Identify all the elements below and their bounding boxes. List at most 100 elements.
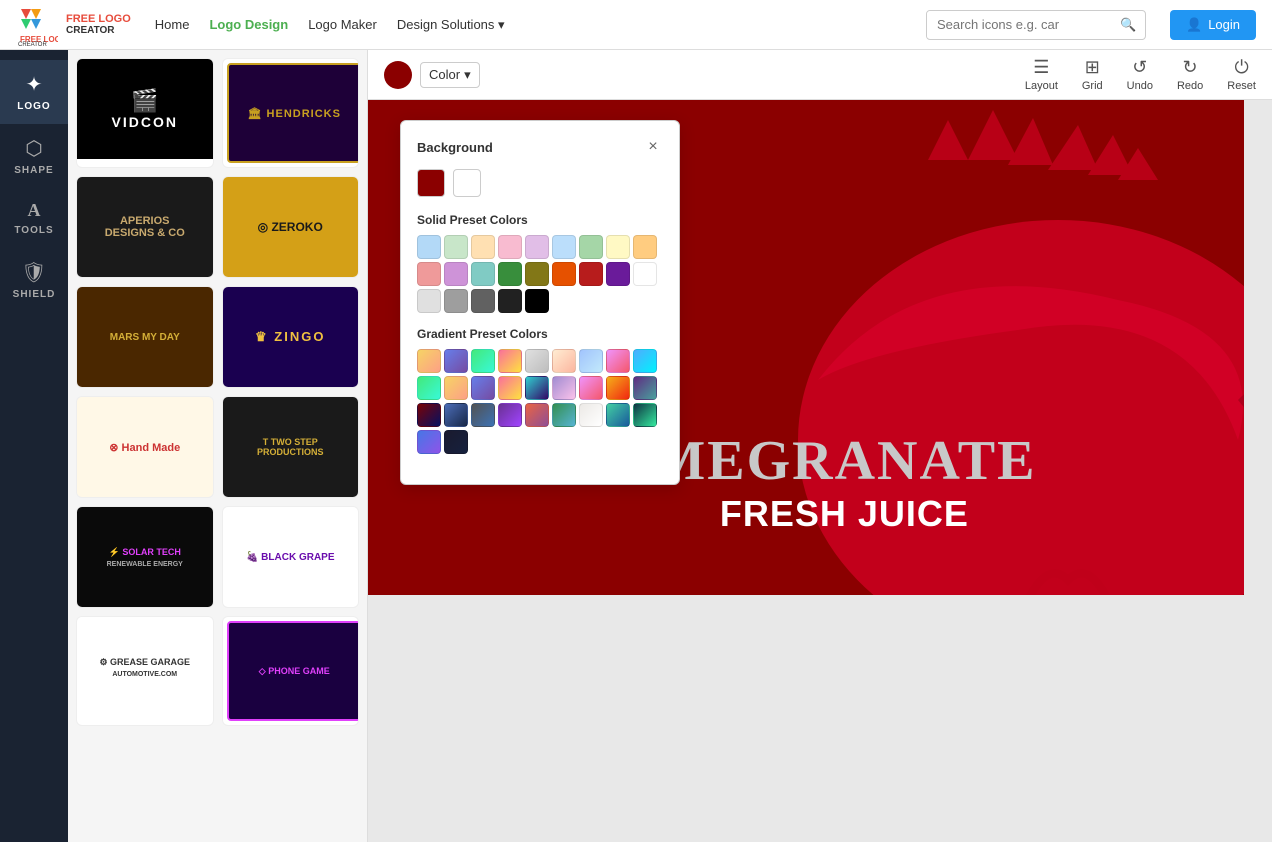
color-label-btn[interactable]: Color ▾ <box>420 62 480 88</box>
gradient-color-dot[interactable] <box>606 376 630 400</box>
gradient-color-dot[interactable] <box>417 430 441 454</box>
gradient-color-dot[interactable] <box>579 349 603 373</box>
layout-action[interactable]: ☰ Layout <box>1025 57 1058 92</box>
shape-icon: ⬡ <box>25 136 42 161</box>
logo-card-phonegame[interactable]: ◇ PHONE GAME <box>222 616 360 726</box>
gradient-color-dot[interactable] <box>606 403 630 427</box>
gradient-color-dot[interactable] <box>525 403 549 427</box>
gradient-color-dot[interactable] <box>552 349 576 373</box>
color-popup-title: Background <box>417 140 493 155</box>
gradient-color-dot[interactable] <box>606 349 630 373</box>
sidebar-item-tools[interactable]: A TOOLS <box>0 188 68 248</box>
nav-design-solutions[interactable]: Design Solutions ▾ <box>397 17 505 33</box>
gradient-color-dot[interactable] <box>579 376 603 400</box>
solid-color-dot[interactable] <box>525 289 549 313</box>
solid-color-dot[interactable] <box>552 262 576 286</box>
solid-color-dot[interactable] <box>498 289 522 313</box>
sidebar-item-label-logo: LOGO <box>17 101 50 112</box>
solid-color-dot[interactable] <box>498 262 522 286</box>
solid-color-dot[interactable] <box>606 235 630 259</box>
solid-color-dot[interactable] <box>471 262 495 286</box>
logo-card-aperios[interactable]: APERIOSDESIGNS & CO <box>76 176 214 278</box>
solid-color-dot[interactable] <box>444 262 468 286</box>
solid-color-dot[interactable] <box>471 289 495 313</box>
solid-section-label: Solid Preset Colors <box>417 213 663 227</box>
color-popup-close[interactable]: × <box>643 137 663 157</box>
logo-card-handmade[interactable]: ⊗ Hand Made <box>76 396 214 498</box>
solid-color-dot[interactable] <box>606 262 630 286</box>
logo-card-solartech[interactable]: ⚡ SOLAR TECHRENEWABLE ENERGY <box>76 506 214 608</box>
reset-action[interactable]: ⏻ Reset <box>1227 57 1256 92</box>
color-popup: Background × Solid Preset Colors Gradien… <box>400 120 680 485</box>
solid-color-dot[interactable] <box>417 262 441 286</box>
gradient-color-dot[interactable] <box>417 349 441 373</box>
sidebar-item-label-shield: SHIELD <box>13 289 56 300</box>
sidebar-item-label-shape: SHAPE <box>14 165 53 176</box>
logo-card-marsday[interactable]: MARS MY DAY <box>76 286 214 388</box>
logo-card-zeroko[interactable]: ◎ ZEROKO <box>222 176 360 278</box>
brand-logo[interactable]: FREE LOGO CREATOR FREE LOGO CREATOR <box>16 4 131 46</box>
solid-color-dot[interactable] <box>471 235 495 259</box>
nav-logo-design[interactable]: Logo Design <box>209 17 288 32</box>
gradient-color-dot[interactable] <box>498 376 522 400</box>
gradient-color-dot[interactable] <box>579 403 603 427</box>
gradient-color-dot[interactable] <box>471 349 495 373</box>
solid-color-dot[interactable] <box>579 262 603 286</box>
solid-color-dot[interactable] <box>498 235 522 259</box>
gradient-color-dot[interactable] <box>525 349 549 373</box>
bg-swatch-dark[interactable] <box>417 169 445 197</box>
redo-action[interactable]: ↻ Redo <box>1177 57 1203 92</box>
gradient-color-dot[interactable] <box>552 403 576 427</box>
solid-color-dot[interactable] <box>417 235 441 259</box>
logo-card-vidcon[interactable]: 🎬 VIDCON <box>76 58 214 168</box>
gradient-color-dot[interactable] <box>444 349 468 373</box>
logo-card-hendricks[interactable]: 🏛 HENDRICKS <box>222 58 360 168</box>
solid-color-dot[interactable] <box>525 262 549 286</box>
solid-color-dot[interactable] <box>633 262 657 286</box>
nav-links: Home Logo Design Logo Maker Design Solut… <box>155 17 505 33</box>
gradient-color-dot[interactable] <box>471 403 495 427</box>
solid-color-dot[interactable] <box>633 235 657 259</box>
logo-card-twostep[interactable]: T TWO STEPPRODUCTIONS <box>222 396 360 498</box>
gradient-color-dot[interactable] <box>525 376 549 400</box>
sidebar-item-logo[interactable]: ✦ LOGO <box>0 60 68 124</box>
gradient-color-dot[interactable] <box>633 403 657 427</box>
gradient-color-dot[interactable] <box>552 376 576 400</box>
login-button[interactable]: 👤 Login <box>1170 10 1256 40</box>
gradient-color-dot[interactable] <box>633 376 657 400</box>
solid-color-dot[interactable] <box>444 289 468 313</box>
gradient-color-dot[interactable] <box>471 376 495 400</box>
undo-action[interactable]: ↺ Undo <box>1127 57 1153 92</box>
nav-logo-maker[interactable]: Logo Maker <box>308 17 377 32</box>
grid-label: Grid <box>1082 80 1103 92</box>
search-bar: 🔍 <box>926 10 1146 40</box>
sidebar-item-shape[interactable]: ⬡ SHAPE <box>0 124 68 188</box>
gradient-color-dot[interactable] <box>444 430 468 454</box>
sidebar-item-label-tools: TOOLS <box>14 225 53 236</box>
solid-color-dot[interactable] <box>417 289 441 313</box>
bg-swatch-light[interactable] <box>453 169 481 197</box>
solid-color-dot[interactable] <box>525 235 549 259</box>
solid-color-dot[interactable] <box>444 235 468 259</box>
main-layout: ✦ LOGO ⬡ SHAPE A TOOLS 🛡 SHIELD 🎬 VIDCON <box>0 50 1272 842</box>
logo-card-blackgrape[interactable]: 🍇 BLACK GRAPE <box>222 506 360 608</box>
solid-color-dot[interactable] <box>579 235 603 259</box>
solid-color-dot[interactable] <box>552 235 576 259</box>
search-input[interactable] <box>927 11 1112 38</box>
gradient-color-dot[interactable] <box>498 403 522 427</box>
canvas-main-text: MEGRANATE <box>652 429 1036 493</box>
nav-home[interactable]: Home <box>155 17 190 32</box>
grid-action[interactable]: ⊞ Grid <box>1082 57 1103 92</box>
sidebar-item-shield[interactable]: 🛡 SHIELD <box>0 248 68 312</box>
gradient-color-dot[interactable] <box>498 349 522 373</box>
gradient-color-dot[interactable] <box>417 376 441 400</box>
gradient-color-dot[interactable] <box>417 403 441 427</box>
logo-card-zingo[interactable]: ♛ ZINGO <box>222 286 360 388</box>
color-swatch[interactable] <box>384 61 412 89</box>
search-icon[interactable]: 🔍 <box>1112 11 1144 39</box>
gradient-color-dot[interactable] <box>444 376 468 400</box>
logo-card-greasegarage[interactable]: ⚙ GREASE GARAGEAUTOMOTIVE.COM <box>76 616 214 726</box>
redo-icon: ↻ <box>1183 57 1198 78</box>
gradient-color-dot[interactable] <box>633 349 657 373</box>
gradient-color-dot[interactable] <box>444 403 468 427</box>
